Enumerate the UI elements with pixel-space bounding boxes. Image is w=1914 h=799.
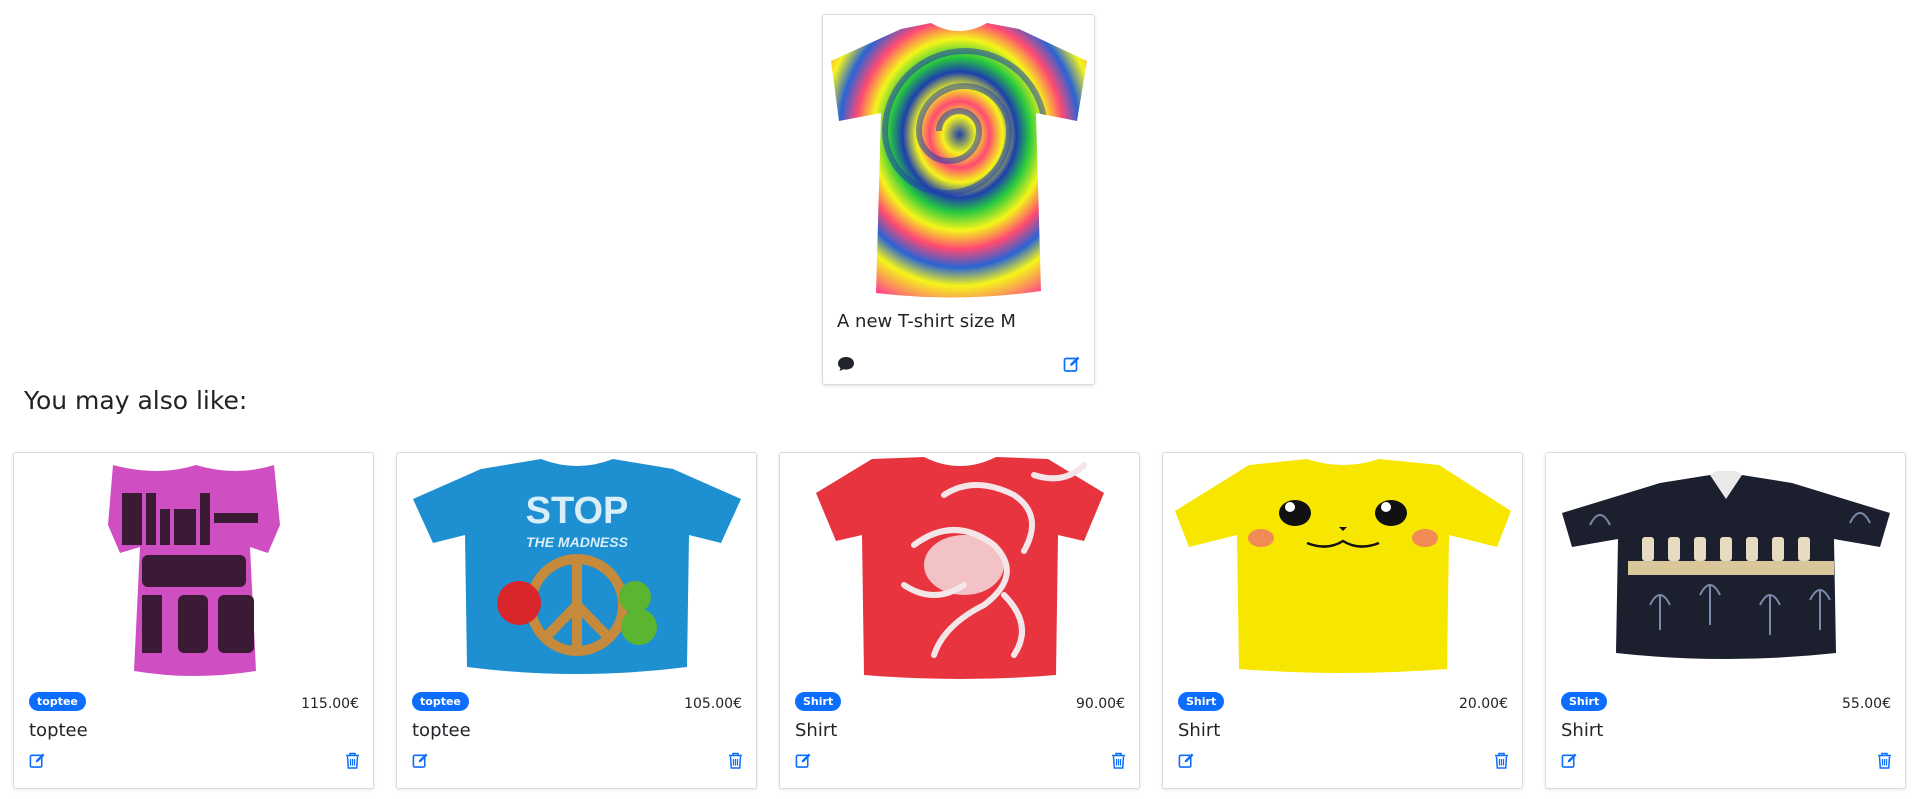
trash-icon[interactable] <box>345 752 360 769</box>
product-price: 115.00€ <box>301 696 359 712</box>
tie-dye-tshirt-image <box>831 21 1088 305</box>
category-badge: Shirt <box>1561 692 1608 711</box>
red-graphic-tshirt-image <box>784 455 1135 681</box>
category-badge: Shirt <box>795 692 842 711</box>
product-list: toptee 115.00€ toptee STOP THE MADNESS t… <box>13 452 1906 789</box>
edit-icon[interactable] <box>1178 752 1195 769</box>
category-badge: toptee <box>29 692 86 711</box>
edit-icon[interactable] <box>1561 752 1578 769</box>
edit-icon[interactable] <box>29 752 46 769</box>
category-badge: toptee <box>412 692 469 711</box>
pink-blink-182-tshirt-image <box>18 455 369 681</box>
product-name: Shirt <box>795 720 838 741</box>
page: A new T-shirt size M You may also like: <box>0 0 1914 799</box>
product-card[interactable]: toptee 115.00€ toptee <box>13 452 374 789</box>
product-price: 55.00€ <box>1842 696 1891 712</box>
featured-product-title: A new T-shirt size M <box>837 311 1016 332</box>
product-card[interactable]: Shirt 90.00€ Shirt <box>779 452 1140 789</box>
featured-product-card[interactable]: A new T-shirt size M <box>822 14 1095 385</box>
product-name: toptee <box>29 720 88 741</box>
product-name: Shirt <box>1178 720 1221 741</box>
product-price: 105.00€ <box>684 696 742 712</box>
trash-icon[interactable] <box>1494 752 1509 769</box>
product-price: 90.00€ <box>1076 696 1125 712</box>
section-heading: You may also like: <box>24 386 248 415</box>
product-name: Shirt <box>1561 720 1604 741</box>
svg-text:THE MADNESS: THE MADNESS <box>526 534 629 550</box>
product-card[interactable]: Shirt 55.00€ Shirt <box>1545 452 1906 789</box>
category-badge: Shirt <box>1178 692 1225 711</box>
product-price: 20.00€ <box>1459 696 1508 712</box>
product-name: toptee <box>412 720 471 741</box>
edit-icon[interactable] <box>1063 355 1081 373</box>
trash-icon[interactable] <box>728 752 743 769</box>
edit-icon[interactable] <box>412 752 429 769</box>
blue-stop-the-madness-tshirt-image: STOP THE MADNESS <box>401 455 752 681</box>
black-hawaiian-shirt-image <box>1550 455 1901 681</box>
trash-icon[interactable] <box>1111 752 1126 769</box>
trash-icon[interactable] <box>1877 752 1892 769</box>
yellow-pikachu-face-tshirt-image <box>1167 455 1518 681</box>
edit-icon[interactable] <box>795 752 812 769</box>
comment-icon[interactable] <box>837 356 855 372</box>
product-card[interactable]: STOP THE MADNESS toptee 105.00€ toptee <box>396 452 757 789</box>
product-card[interactable]: Shirt 20.00€ Shirt <box>1162 452 1523 789</box>
svg-text:STOP: STOP <box>526 490 629 532</box>
